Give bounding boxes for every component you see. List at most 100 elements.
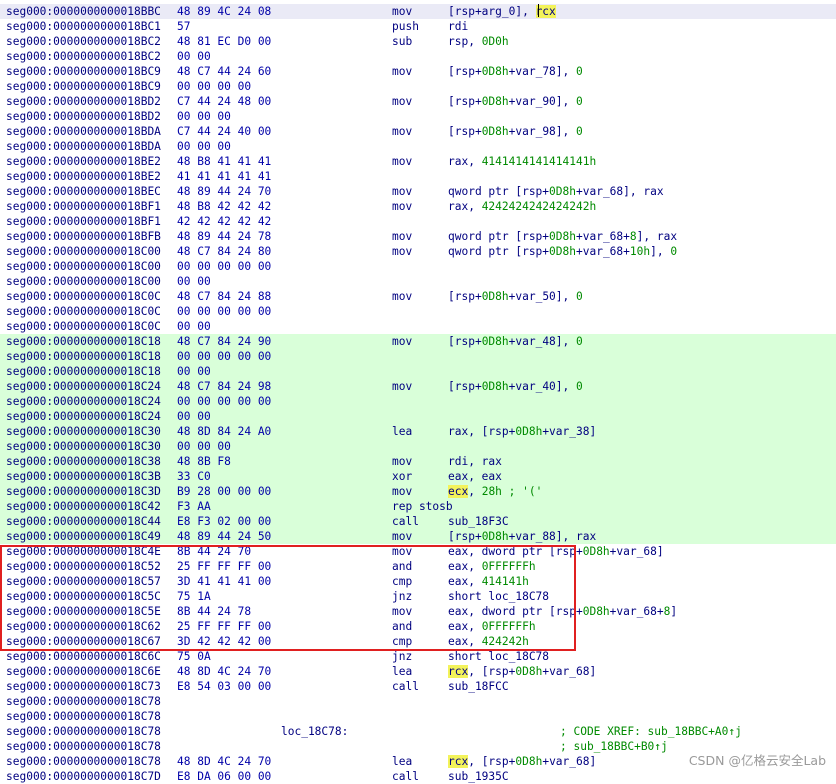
- opcode-bytes: 00 00: [177, 275, 211, 288]
- listing-line[interactable]: seg000:0000000000018BF1 48 B8 42 42 42 mov…: [0, 199, 836, 214]
- listing-line[interactable]: seg000:0000000000018C00 48 C7 84 24 80 mov…: [0, 244, 836, 259]
- address-label: seg000:0000000000018BC9: [6, 65, 161, 78]
- operand-token: 0D8h: [549, 230, 576, 243]
- opcode-bytes: 00 00: [177, 365, 211, 378]
- listing-line[interactable]: seg000:0000000000018BD2 00 00 00: [0, 109, 836, 124]
- listing-line[interactable]: seg000:0000000000018C00 00 00: [0, 274, 836, 289]
- operand-token: [rsp+: [448, 290, 482, 303]
- address-label: seg000:0000000000018BD2: [6, 110, 161, 123]
- listing-line[interactable]: seg000:0000000000018C6E 48 8D 4C 24 70 lea…: [0, 664, 836, 679]
- operand-token: rax,: [448, 155, 482, 168]
- instruction-operands: [rsp+0D8h+var_98], 0: [448, 124, 583, 139]
- listing-line[interactable]: seg000:0000000000018C30 48 8D 84 24 A0 lea…: [0, 424, 836, 439]
- operand-token: ], rax: [636, 230, 678, 243]
- listing-line[interactable]: seg000:0000000000018C44 E8 F3 02 00 00 cal…: [0, 514, 836, 529]
- operand-token: 0D8h: [515, 665, 543, 678]
- operand-token: rdi, rax: [448, 455, 502, 468]
- operand-token: 0: [576, 125, 583, 138]
- listing-line[interactable]: seg000:0000000000018C3B 33 C0 xor eax, eax: [0, 469, 836, 484]
- operand-token: ,: [468, 485, 482, 498]
- opcode-bytes: 48 81 EC D0 00: [177, 35, 272, 48]
- instruction-mnemonic: mov: [392, 245, 413, 258]
- listing-line[interactable]: seg000:0000000000018C24 00 00: [0, 409, 836, 424]
- instruction-mnemonic: mov: [392, 485, 413, 498]
- address-label: seg000:0000000000018C78: [6, 740, 161, 753]
- listing-line[interactable]: seg000:0000000000018C24 00 00 00 00 00: [0, 394, 836, 409]
- listing-line[interactable]: seg000:0000000000018C18 00 00 00 00 00: [0, 349, 836, 364]
- listing-line[interactable]: seg000:0000000000018BDA C7 44 24 40 00 mov…: [0, 124, 836, 139]
- listing-line[interactable]: seg000:0000000000018BC2 00 00: [0, 49, 836, 64]
- instruction-mnemonic: mov: [392, 200, 413, 213]
- listing-line[interactable]: seg000:0000000000018C73 E8 54 03 00 00 cal…: [0, 679, 836, 694]
- listing-line[interactable]: seg000:0000000000018C0C 48 C7 84 24 88 mov…: [0, 289, 836, 304]
- instruction-mnemonic: rep stosb: [392, 500, 453, 513]
- listing-line[interactable]: seg000:0000000000018BC2 48 81 EC D0 00 sub…: [0, 34, 836, 49]
- operand-token: 8: [629, 230, 637, 243]
- address-label: seg000:0000000000018BC2: [6, 35, 161, 48]
- text-cursor: [538, 4, 539, 17]
- address-label: seg000:0000000000018C18: [6, 365, 161, 378]
- operand-token: [rsp+: [448, 125, 482, 138]
- listing-line[interactable]: seg000:0000000000018BC9 48 C7 44 24 60 mov…: [0, 64, 836, 79]
- opcode-bytes: 48 C7 84 24 98: [177, 380, 272, 393]
- address-label: seg000:0000000000018C78: [6, 695, 161, 708]
- listing-line[interactable]: seg000:0000000000018C30 00 00 00: [0, 439, 836, 454]
- address-label: seg000:0000000000018C78: [6, 725, 161, 738]
- instruction-operands: [rsp+arg_0], rcx: [448, 4, 556, 19]
- listing-line[interactable]: seg000:0000000000018BFB 48 89 44 24 78 mov…: [0, 229, 836, 244]
- instruction-mnemonic: mov: [392, 65, 413, 78]
- operand-token: 0D0h: [481, 35, 509, 48]
- instruction-mnemonic: sub: [392, 35, 413, 48]
- instruction-mnemonic: lea: [392, 665, 413, 678]
- opcode-bytes: 00 00: [177, 50, 211, 63]
- listing-line[interactable]: seg000:0000000000018BE2 48 B8 41 41 41 mov…: [0, 154, 836, 169]
- xref-comment: ; CODE XREF: sub_18BBC+A0↑j: [560, 725, 742, 738]
- operand-token: 4242424242424242h: [481, 200, 597, 213]
- opcode-bytes: C7 44 24 48 00: [177, 95, 272, 108]
- listing-line[interactable]: seg000:0000000000018C49 48 89 44 24 50 mov…: [0, 529, 836, 544]
- address-label: seg000:0000000000018C30: [6, 440, 161, 453]
- operand-token: +var_68+: [576, 230, 630, 243]
- listing-line[interactable]: seg000:0000000000018C24 48 C7 84 24 98 mov…: [0, 379, 836, 394]
- listing-line[interactable]: seg000:0000000000018C18 00 00: [0, 364, 836, 379]
- operand-token: +var_90],: [508, 95, 576, 108]
- instruction-operands: rax, 4141414141414141h: [448, 154, 596, 169]
- listing-line[interactable]: seg000:0000000000018BC9 00 00 00 00: [0, 79, 836, 94]
- operand-token: 28h: [481, 485, 502, 498]
- address-label: seg000:0000000000018C0C: [6, 305, 161, 318]
- listing-line[interactable]: seg000:0000000000018C78: [0, 694, 836, 709]
- listing-line[interactable]: seg000:0000000000018C0C 00 00: [0, 319, 836, 334]
- listing-line[interactable]: seg000:0000000000018BD2 C7 44 24 48 00 mov…: [0, 94, 836, 109]
- opcode-bytes: 00 00 00 00 00: [177, 395, 272, 408]
- opcode-bytes: 48 C7 84 24 90: [177, 335, 272, 348]
- instruction-mnemonic: lea: [392, 425, 413, 438]
- listing-line[interactable]: seg000:0000000000018C3D B9 28 00 00 00 mov…: [0, 484, 836, 499]
- listing-line[interactable]: seg000:0000000000018C7D E8 DA 06 00 00 cal…: [0, 769, 836, 784]
- listing-line[interactable]: seg000:0000000000018C78: [0, 709, 836, 724]
- opcode-bytes: 48 C7 84 24 88: [177, 290, 272, 303]
- listing-line[interactable]: seg000:0000000000018BEC 48 89 44 24 70 mov…: [0, 184, 836, 199]
- listing-line[interactable]: seg000:0000000000018C00 00 00 00 00 00: [0, 259, 836, 274]
- operand-token: 0D8h: [481, 125, 509, 138]
- instruction-mnemonic: call: [392, 680, 419, 693]
- operand-token: qword ptr [rsp+: [448, 245, 550, 258]
- operand-token: eax, eax: [448, 470, 502, 483]
- listing-line[interactable]: seg000:0000000000018C42 F3 AA rep stosb: [0, 499, 836, 514]
- address-label: seg000:0000000000018C24: [6, 410, 161, 423]
- listing-line[interactable]: seg000:0000000000018C18 48 C7 84 24 90 mov…: [0, 334, 836, 349]
- address-label: seg000:0000000000018C00: [6, 245, 161, 258]
- listing-line[interactable]: seg000:0000000000018BE2 41 41 41 41 41: [0, 169, 836, 184]
- instruction-operands: [rsp+0D8h+var_88], rax: [448, 529, 596, 544]
- listing-line[interactable]: seg000:0000000000018C0C 00 00 00 00 00: [0, 304, 836, 319]
- listing-line[interactable]: seg000:0000000000018C38 48 8B F8 mov rdi, r…: [0, 454, 836, 469]
- listing-line[interactable]: seg000:0000000000018BBC 48 89 4C 24 08 mov…: [0, 4, 836, 19]
- instruction-operands: qword ptr [rsp+0D8h+var_68+10h], 0: [448, 244, 677, 259]
- operand-token: +var_68+: [609, 605, 664, 618]
- listing-line[interactable]: seg000:0000000000018C6C 75 0A jnz short loc…: [0, 649, 836, 664]
- listing-line[interactable]: seg000:0000000000018BC1 57 push rdi: [0, 19, 836, 34]
- opcode-bytes: 33 C0: [177, 470, 211, 483]
- operand-token: +var_40],: [508, 380, 576, 393]
- listing-line[interactable]: seg000:0000000000018C78 loc_18C78: ; CODE …: [0, 724, 836, 739]
- listing-line[interactable]: seg000:0000000000018BDA 00 00 00: [0, 139, 836, 154]
- listing-line[interactable]: seg000:0000000000018BF1 42 42 42 42 42: [0, 214, 836, 229]
